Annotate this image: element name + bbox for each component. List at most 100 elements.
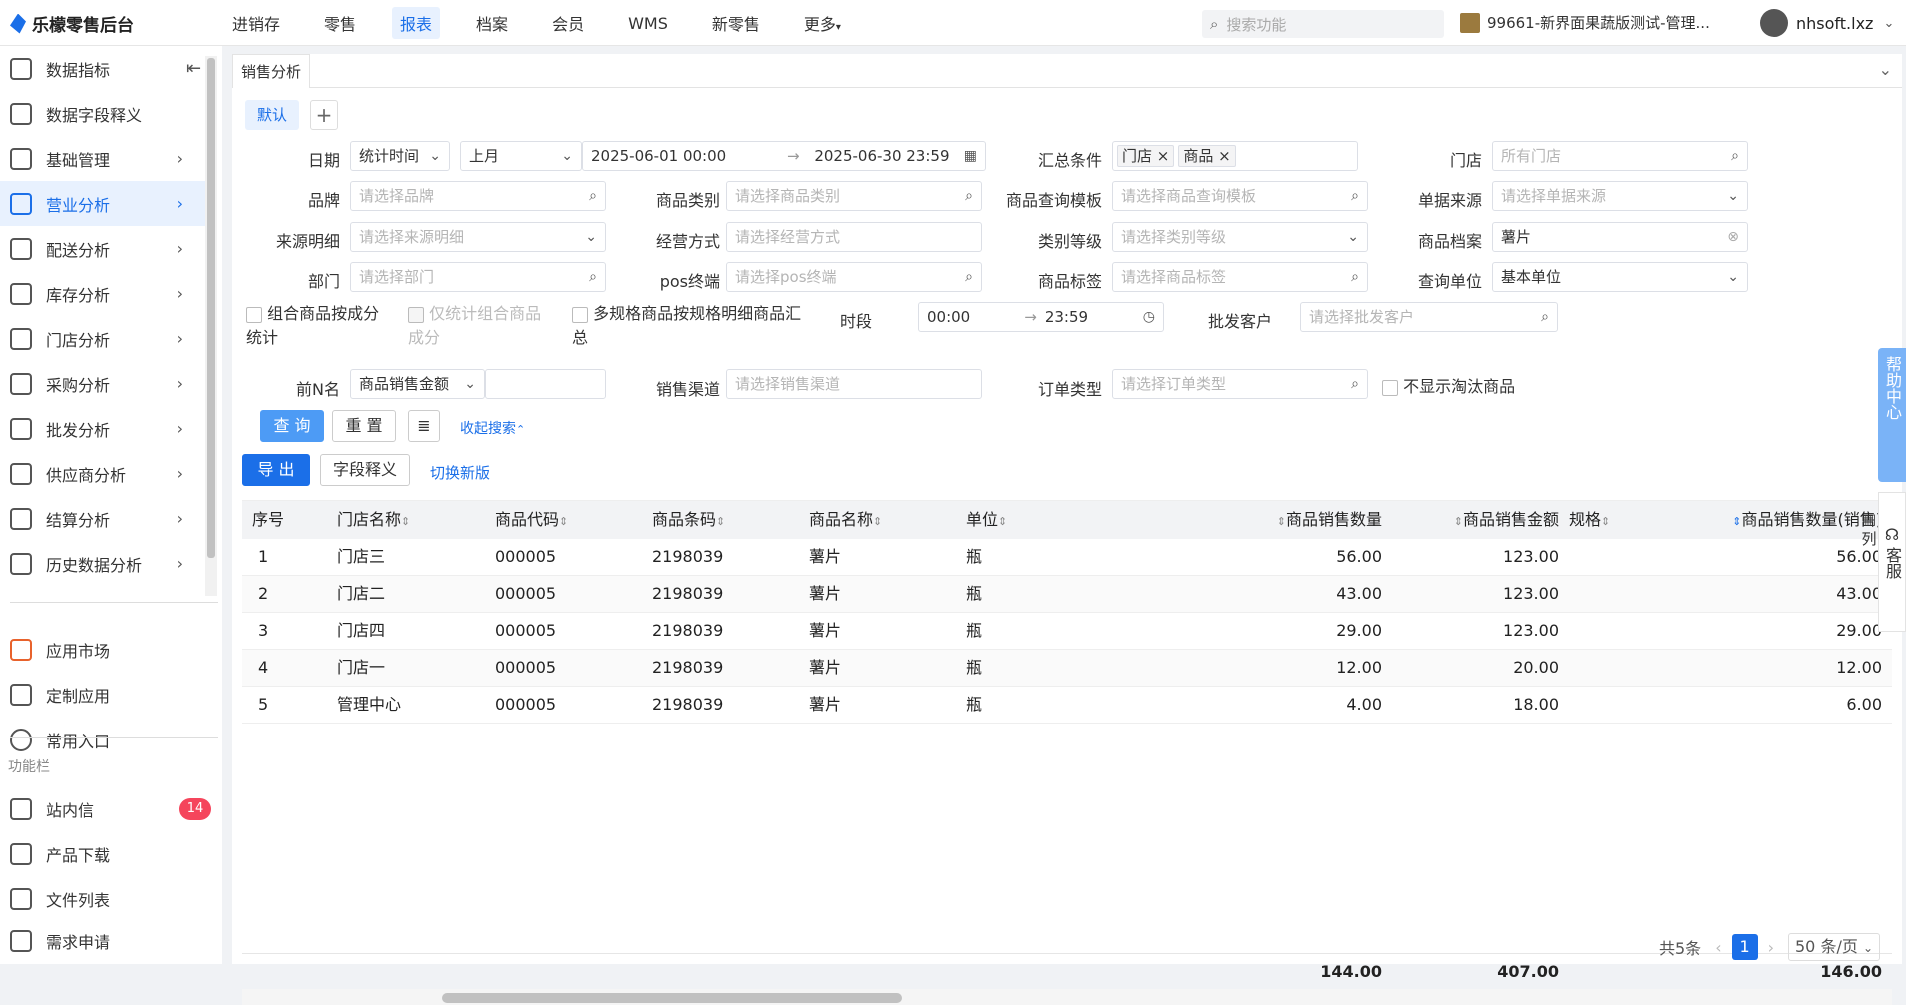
customer-service-button[interactable]: ☊ 客服 (1878, 492, 1906, 632)
top-nav-item-more[interactable]: 更多▾ (796, 7, 849, 39)
sidebar-item-file-list[interactable]: 文件列表 (0, 876, 205, 921)
sidebar-item-purchase-analysis[interactable]: 采购分析 › (0, 361, 205, 406)
top-n-count-input[interactable] (485, 369, 606, 399)
top-nav-item-inventory[interactable]: 进销存 (224, 7, 288, 39)
sidebar-item-history-analysis[interactable]: 历史数据分析 › (0, 541, 205, 586)
top-nav-item-retail[interactable]: 零售 (316, 7, 364, 39)
wholesale-customer-input[interactable]: 请选择批发客户 ⌕ (1300, 302, 1558, 332)
sidebar-item-product-download[interactable]: 产品下载 (0, 831, 205, 876)
sidebar-item-wholesale-analysis[interactable]: 批发分析 › (0, 406, 205, 451)
user-menu[interactable]: nhsoft.lxz ⌄ (1760, 9, 1894, 37)
close-icon[interactable]: × (1218, 147, 1231, 165)
col-unit[interactable]: 单位⇕ (966, 501, 1007, 541)
sidebar-item-settlement-analysis[interactable]: 结算分析 › (0, 496, 205, 541)
sidebar-item-supplier-analysis[interactable]: 供应商分析 › (0, 451, 205, 496)
pos-input[interactable]: 请选择pos终端 ⌕ (726, 262, 982, 292)
export-button[interactable]: 导 出 (242, 454, 310, 486)
table-row[interactable]: 2 门店二 000005 2198039 薯片 瓶 43.00 123.00 4… (242, 576, 1892, 613)
table-row[interactable]: 5 管理中心 000005 2198039 薯片 瓶 4.00 18.00 6.… (242, 687, 1892, 724)
source-detail-select[interactable]: 请选择来源明细 ⌄ (350, 222, 606, 252)
page-1-button[interactable]: 1 (1731, 934, 1758, 960)
sidebar-item-business-analysis[interactable]: 营业分析 › (0, 181, 205, 226)
combo-by-component-checkbox[interactable]: 组合商品按成分统计 (246, 302, 386, 350)
item-input[interactable]: 薯片 ⊗ (1492, 222, 1748, 252)
table-row[interactable]: 4 门店一 000005 2198039 薯片 瓶 12.00 20.00 12… (242, 650, 1892, 687)
sidebar-item-field-defs[interactable]: 数据字段释义 (0, 91, 205, 136)
sidebar-item-distribution-analysis[interactable]: 配送分析 › (0, 226, 205, 271)
clear-icon[interactable]: ⊗ (1727, 223, 1739, 251)
store-selector[interactable]: 99661-新界面果蔬版测试-管理... (1460, 12, 1710, 33)
date-range-select[interactable]: 上月 ⌄ (460, 141, 582, 171)
channel-input[interactable]: 请选择销售渠道 (726, 369, 982, 399)
brand-input[interactable]: 请选择品牌 ⌕ (350, 181, 606, 211)
query-unit-select[interactable]: 基本单位 ⌄ (1492, 262, 1748, 292)
col-barcode[interactable]: 商品条码⇕ (652, 501, 725, 541)
multi-spec-checkbox[interactable]: 多规格商品按规格明细商品汇总 (572, 302, 812, 350)
sidebar-scrollbar[interactable] (205, 56, 217, 596)
top-nav-item-member[interactable]: 会员 (544, 7, 592, 39)
field-definitions-button[interactable]: 字段释义 (320, 454, 410, 486)
col-product-code[interactable]: 商品代码⇕ (495, 501, 568, 541)
date-range-picker[interactable]: 2025-06-01 00:00 → 2025-06-30 23:59 ▦ (582, 141, 986, 171)
table-scroll-thumb[interactable] (442, 993, 902, 1003)
sidebar-item-custom-app[interactable]: 定制应用 (0, 672, 205, 717)
sidebar-item-store-analysis[interactable]: 门店分析 › (0, 316, 205, 361)
search-icon: ⌕ (589, 269, 597, 285)
biz-mode-input[interactable]: 请选择经营方式 (726, 222, 982, 252)
column-settings-button[interactable]: ▥ 列 (1860, 510, 1878, 549)
table-horizontal-scrollbar[interactable] (242, 989, 1892, 1005)
checkbox[interactable] (246, 306, 262, 323)
category-level-select[interactable]: 请选择类别等级 ⌄ (1112, 222, 1368, 252)
settings-button[interactable]: ≣ (408, 410, 440, 442)
chevron-down-icon[interactable]: ⌄ (1879, 60, 1892, 79)
help-center-button[interactable]: 帮助中心 (1878, 348, 1906, 482)
template-input[interactable]: 请选择商品查询模板 ⌕ (1112, 181, 1368, 211)
chevron-down-icon: ⌄ (585, 229, 597, 245)
tab-sales-analysis[interactable]: 销售分析 (232, 54, 311, 88)
sidebar-item-app-market[interactable]: 应用市场 (0, 627, 205, 672)
sidebar-item-basic-mgmt[interactable]: 基础管理 › (0, 136, 205, 181)
top-nav-item-reports[interactable]: 报表 (392, 7, 441, 39)
dept-input[interactable]: 请选择部门 ⌕ (350, 262, 606, 292)
preset-default[interactable]: 默认 (245, 100, 299, 130)
switch-new-version-link[interactable]: 切换新版 (430, 462, 490, 483)
sidebar-item-data-metrics[interactable]: 数据指标 (0, 46, 205, 91)
feature-search-input[interactable]: ⌕ 搜索功能 (1202, 10, 1444, 38)
collapse-search-link[interactable]: 收起搜索⌃ (460, 418, 525, 438)
date-type-select[interactable]: 统计时间 ⌄ (350, 141, 450, 171)
top-nav-item-new-retail[interactable]: 新零售 (704, 7, 768, 39)
sidebar-item-inventory-analysis[interactable]: 库存分析 › (0, 271, 205, 316)
top-nav-item-wms[interactable]: WMS (620, 10, 676, 37)
add-preset-button[interactable]: + (310, 100, 338, 130)
source-select[interactable]: 请选择单据来源 ⌄ (1492, 181, 1748, 211)
col-product-name[interactable]: 商品名称⇕ (809, 501, 882, 541)
search-icon: ⌕ (1351, 269, 1359, 285)
sidebar-scroll-thumb[interactable] (207, 58, 215, 558)
summary-conditions-select[interactable]: 门店 × 商品 × (1112, 141, 1358, 171)
sidebar-item-request[interactable]: 需求申请 (0, 918, 205, 963)
order-type-input[interactable]: 请选择订单类型 ⌕ (1112, 369, 1368, 399)
store-input[interactable]: 所有门店 ⌕ (1492, 141, 1748, 171)
col-spec[interactable]: 规格⇕ (1569, 501, 1610, 541)
col-sales-qty[interactable]: ⇕商品销售数量 (1277, 501, 1382, 541)
hide-eliminated-checkbox[interactable]: 不显示淘汰商品 (1382, 373, 1515, 397)
category-input[interactable]: 请选择商品类别 ⌕ (726, 181, 982, 211)
app-logo[interactable]: 乐檬零售后台 (10, 11, 134, 36)
product-tag-input[interactable]: 请选择商品标签 ⌕ (1112, 262, 1368, 292)
top-nav-item-archive[interactable]: 档案 (468, 7, 516, 39)
period-picker[interactable]: 00:00 → 23:59 ◷ (918, 302, 1164, 332)
reset-button[interactable]: 重 置 (332, 410, 396, 442)
table-row[interactable]: 3 门店四 000005 2198039 薯片 瓶 29.00 123.00 2… (242, 613, 1892, 650)
next-page-icon[interactable]: › (1768, 938, 1774, 957)
checkbox[interactable] (572, 306, 588, 323)
close-icon[interactable]: × (1157, 147, 1170, 165)
checkbox[interactable] (1382, 379, 1398, 396)
col-sales-amount[interactable]: ⇕商品销售金额 (1454, 501, 1559, 541)
col-store-name[interactable]: 门店名称⇕ (337, 501, 410, 541)
prev-page-icon[interactable]: ‹ (1715, 938, 1721, 957)
sidebar-item-inbox[interactable]: 站内信 14 (0, 786, 211, 831)
top-n-metric-select[interactable]: 商品销售金额 ⌄ (350, 369, 485, 399)
table-row[interactable]: 1 门店三 000005 2198039 薯片 瓶 56.00 123.00 5… (242, 539, 1892, 576)
page-size-select[interactable]: 50 条/页 ⌄ (1788, 933, 1880, 961)
query-button[interactable]: 查 询 (260, 410, 324, 442)
